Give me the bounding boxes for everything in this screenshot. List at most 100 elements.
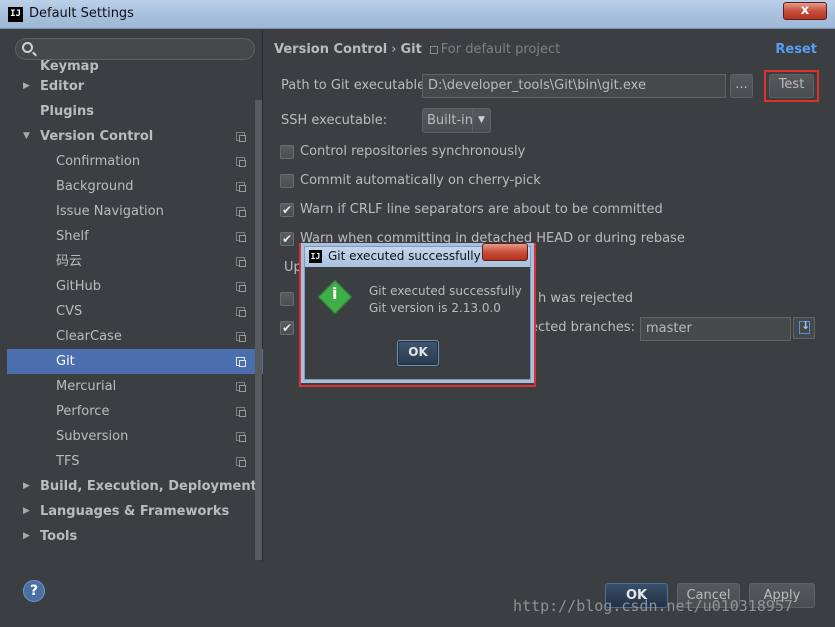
dialog-button-bar: ? OK Cancel Apply: [7, 562, 829, 627]
sidebar-item-label: Background: [56, 179, 134, 194]
sidebar-item-label: Editor: [40, 79, 85, 94]
sidebar-item-label: Keymap: [40, 59, 99, 74]
sidebar-item[interactable]: CVS: [7, 299, 263, 324]
sidebar-item-label: Version Control: [40, 129, 154, 144]
sidebar-item-label: Build, Execution, Deployment: [40, 479, 257, 494]
sidebar-item[interactable]: ▶ Editor: [7, 74, 263, 99]
project-settings-icon: [236, 232, 246, 242]
sidebar-item[interactable]: Subversion: [7, 424, 263, 449]
project-scope-icon: [429, 46, 438, 54]
push-rejected-checkbox[interactable]: [280, 292, 294, 306]
sidebar-item[interactable]: Keymap: [7, 60, 263, 74]
option-checkbox[interactable]: ✔: [280, 203, 294, 217]
sidebar-item[interactable]: ▶ Tools: [7, 524, 263, 549]
project-settings-icon: [236, 132, 246, 142]
sidebar-item[interactable]: TFS: [7, 449, 263, 474]
sidebar-item-label: Tools: [40, 529, 78, 544]
project-settings-icon: [236, 357, 246, 367]
git-success-dialog: IJ Git executed successfully i Git execu…: [304, 243, 531, 380]
git-path-browse-button[interactable]: ...: [730, 74, 753, 98]
sidebar-item[interactable]: Issue Navigation: [7, 199, 263, 224]
breadcrumb-scope-hint: For default project: [440, 42, 561, 57]
project-settings-icon: [236, 307, 246, 317]
sidebar-item-label: Confirmation: [56, 154, 141, 169]
sidebar-item[interactable]: Mercurial: [7, 374, 263, 399]
sidebar-item[interactable]: ClearCase: [7, 324, 263, 349]
project-settings-icon: [236, 407, 246, 417]
breadcrumb: Version Control › Git For default project: [274, 42, 560, 57]
dialog-title: Git executed successfully: [328, 249, 481, 263]
option-checkbox-label: Commit automatically on cherry-pick: [300, 173, 541, 188]
sidebar-item[interactable]: Shelf: [7, 224, 263, 249]
sidebar-scrollbar[interactable]: [255, 100, 262, 560]
sidebar-item[interactable]: Background: [7, 174, 263, 199]
expanded-arrow-icon[interactable]: ▼: [23, 124, 30, 149]
protected-branches-label: ected branches:: [530, 320, 635, 335]
info-glyph: i: [332, 284, 338, 303]
dialog-ok-button[interactable]: OK: [397, 340, 439, 366]
sidebar-item-label: Perforce: [56, 404, 110, 419]
window-close-button[interactable]: x: [783, 2, 827, 20]
push-rejected-label: h was rejected: [538, 291, 634, 306]
ssh-executable-combo[interactable]: Built-in ▼: [422, 108, 491, 133]
option-checkbox-label: Control repositories synchronously: [300, 144, 526, 159]
project-settings-icon: [236, 257, 246, 267]
dialog-close-button[interactable]: [482, 243, 528, 261]
sidebar-item[interactable]: Git: [7, 349, 263, 374]
project-settings-icon: [236, 157, 246, 167]
project-settings-icon: [236, 332, 246, 342]
project-settings-icon: [236, 207, 246, 217]
project-settings-icon: [236, 382, 246, 392]
sidebar-item-label: ClearCase: [56, 329, 122, 344]
project-settings-icon: [236, 457, 246, 467]
project-settings-icon: [236, 432, 246, 442]
sidebar-item[interactable]: GitHub: [7, 274, 263, 299]
protected-branches-input[interactable]: master: [640, 317, 791, 341]
option-checkbox-label: Warn if CRLF line separators are about t…: [300, 202, 663, 217]
window-title: Default Settings: [29, 6, 134, 21]
sidebar-item[interactable]: ▶ Languages & Frameworks: [7, 499, 263, 524]
git-path-input[interactable]: D:\developer_tools\Git\bin\git.exe: [422, 74, 726, 98]
sidebar-item-label: Languages & Frameworks: [40, 504, 230, 519]
sidebar-item[interactable]: 码云: [7, 249, 263, 274]
reset-link[interactable]: Reset: [775, 42, 817, 57]
intellij-icon: IJ: [8, 7, 23, 22]
dialog-message-line2: Git version is 2.13.0.0: [369, 301, 501, 315]
ssh-executable-value: Built-in: [427, 113, 474, 128]
option-checkbox[interactable]: [280, 174, 294, 188]
breadcrumb-separator: ›: [391, 42, 397, 57]
settings-tree: Keymap ▶ Editor Plugins ▼ Version Control Conf…: [7, 60, 263, 549]
help-button[interactable]: ?: [23, 580, 45, 602]
sidebar-item[interactable]: Perforce: [7, 399, 263, 424]
sidebar-item[interactable]: ▼ Version Control: [7, 124, 263, 149]
ssh-label: SSH executable:: [281, 113, 388, 128]
settings-search[interactable]: [15, 38, 255, 60]
sidebar-item-label: Issue Navigation: [56, 204, 164, 219]
intellij-icon: IJ: [309, 250, 322, 263]
collapsed-arrow-icon[interactable]: ▶: [23, 74, 30, 99]
search-icon: [22, 42, 33, 53]
download-icon: [799, 319, 810, 334]
collapsed-arrow-icon[interactable]: ▶: [23, 499, 30, 524]
sidebar-item[interactable]: ▶ Build, Execution, Deployment: [7, 474, 263, 499]
sidebar-item-label: 码云: [56, 254, 83, 269]
option-checkbox[interactable]: [280, 145, 294, 159]
settings-search-input[interactable]: [38, 40, 248, 58]
sidebar-item-label: Subversion: [56, 429, 129, 444]
sidebar-item[interactable]: Confirmation: [7, 149, 263, 174]
sidebar-item[interactable]: Plugins: [7, 99, 263, 124]
dropdown-arrow-icon: ▼: [472, 109, 490, 132]
collapsed-arrow-icon[interactable]: ▶: [23, 524, 30, 549]
option-checkbox[interactable]: ✔: [280, 232, 294, 246]
watermark: http://blog.csdn.net/u010318957: [513, 597, 793, 615]
sidebar-item-label: Plugins: [40, 104, 94, 119]
sidebar-item-label: CVS: [56, 304, 83, 319]
git-path-label: Path to Git executable:: [281, 78, 430, 93]
protected-branches-load-button[interactable]: [793, 317, 815, 339]
project-settings-icon: [236, 282, 246, 292]
sidebar-item-label: Git: [56, 354, 75, 369]
protected-branches-checkbox[interactable]: ✔: [280, 321, 294, 335]
sidebar-item-label: Mercurial: [56, 379, 117, 394]
test-button[interactable]: Test: [769, 74, 814, 98]
collapsed-arrow-icon[interactable]: ▶: [23, 474, 30, 499]
